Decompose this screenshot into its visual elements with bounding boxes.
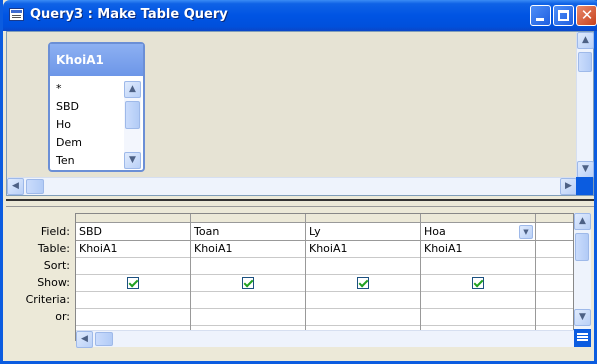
maximize-button[interactable] — [553, 5, 574, 26]
show-checkbox[interactable] — [472, 277, 484, 289]
sort-cell[interactable] — [306, 258, 420, 275]
field-value: Hoa — [424, 225, 446, 238]
table-pane-vertical-scrollbar[interactable]: ▲ ▼ — [576, 32, 594, 178]
field-cell[interactable]: Toan — [191, 224, 305, 241]
field-item[interactable]: SBD — [54, 98, 124, 116]
sort-cell[interactable] — [536, 258, 573, 275]
sort-cell[interactable] — [76, 258, 190, 275]
criteria-cell[interactable] — [191, 292, 305, 309]
close-icon: ✕ — [580, 6, 594, 24]
grid-column[interactable]: Toan KhoiA1 — [191, 214, 306, 340]
minimize-button[interactable] — [530, 5, 551, 26]
fieldlist-vertical-scrollbar[interactable]: ▲ ▼ — [124, 81, 141, 169]
grid-column[interactable]: Ly KhoiA1 — [306, 214, 421, 340]
scrollbar-corner — [576, 177, 593, 195]
or-cell[interactable] — [191, 309, 305, 326]
window-title: Query3 : Make Table Query — [30, 7, 228, 22]
scroll-right-icon[interactable]: ▶ — [560, 178, 577, 195]
sort-cell[interactable] — [191, 258, 305, 275]
row-label-table: Table: — [37, 242, 70, 255]
grid-row-labels: Field: Table: Sort: Show: Criteria: or: — [6, 223, 72, 325]
table-pane[interactable]: KhoiA1 * SBD Ho Dem Ten ▲ ▼ ▲ ▼ ◀ ▶ — [6, 31, 594, 196]
chevron-down-icon[interactable]: ▼ — [519, 225, 533, 239]
scroll-left-icon[interactable]: ◀ — [7, 178, 24, 195]
show-cell[interactable] — [76, 275, 190, 292]
query-window: Query3 : Make Table Query ✕ KhoiA1 * SBD… — [0, 0, 597, 364]
field-cell[interactable]: Hoa ▼ — [421, 224, 535, 241]
row-label-show: Show: — [37, 276, 70, 289]
column-selector[interactable] — [76, 214, 190, 223]
criteria-cell[interactable] — [536, 292, 573, 309]
or-cell[interactable] — [421, 309, 535, 326]
column-selector[interactable] — [191, 214, 305, 223]
scroll-thumb[interactable] — [26, 179, 44, 194]
grid-horizontal-scrollbar[interactable]: ◀ — [76, 330, 574, 348]
grid-column[interactable]: Hoa ▼ KhoiA1 — [421, 214, 536, 340]
scroll-left-icon[interactable]: ◀ — [76, 331, 93, 348]
column-selector[interactable] — [421, 214, 535, 223]
column-selector[interactable] — [536, 214, 573, 223]
table-pane-horizontal-scrollbar[interactable]: ◀ ▶ — [7, 177, 577, 195]
row-label-sort: Sort: — [43, 259, 70, 272]
or-cell[interactable] — [76, 309, 190, 326]
split-bar-icon — [577, 333, 588, 335]
query-window-icon[interactable] — [9, 8, 24, 21]
criteria-cell[interactable] — [421, 292, 535, 309]
show-cell[interactable] — [191, 275, 305, 292]
scroll-down-icon[interactable]: ▼ — [124, 152, 141, 169]
row-label-field: Field: — [40, 225, 70, 238]
grid-vertical-scrollbar[interactable]: ▲ ▼ — [574, 213, 591, 341]
table-cell[interactable]: KhoiA1 — [421, 241, 535, 258]
or-cell[interactable] — [306, 309, 420, 326]
title-bar[interactable]: Query3 : Make Table Query ✕ — [3, 0, 597, 31]
sort-cell[interactable] — [421, 258, 535, 275]
field-item[interactable]: Ho — [54, 116, 124, 134]
scrollbar-corner — [574, 329, 591, 347]
grid-column[interactable] — [536, 214, 573, 340]
field-item[interactable]: * — [54, 80, 124, 98]
scroll-thumb[interactable] — [125, 101, 140, 129]
show-checkbox[interactable] — [357, 277, 369, 289]
table-cell[interactable]: KhoiA1 — [306, 241, 420, 258]
table-name[interactable]: KhoiA1 — [50, 44, 143, 76]
scroll-up-icon[interactable]: ▲ — [574, 213, 591, 230]
scroll-up-icon[interactable]: ▲ — [124, 81, 141, 98]
field-cell[interactable] — [536, 224, 573, 241]
table-fieldlist-khoia1[interactable]: KhoiA1 * SBD Ho Dem Ten ▲ ▼ — [48, 42, 145, 172]
show-checkbox[interactable] — [127, 277, 139, 289]
show-checkbox[interactable] — [242, 277, 254, 289]
show-cell[interactable] — [421, 275, 535, 292]
field-item[interactable]: Dem — [54, 134, 124, 152]
scroll-thumb[interactable] — [95, 332, 113, 346]
design-grid[interactable]: SBD KhoiA1 Toan KhoiA1 Ly KhoiA1 Hoa ▼ K… — [75, 213, 574, 341]
criteria-cell[interactable] — [306, 292, 420, 309]
scroll-down-icon[interactable]: ▼ — [574, 309, 591, 326]
row-label-or: or: — [55, 310, 70, 323]
grid-column[interactable]: SBD KhoiA1 — [76, 214, 191, 340]
scroll-up-icon[interactable]: ▲ — [577, 32, 594, 49]
scroll-down-icon[interactable]: ▼ — [577, 161, 594, 178]
table-cell[interactable]: KhoiA1 — [191, 241, 305, 258]
maximize-icon — [558, 10, 569, 21]
show-cell[interactable] — [306, 275, 420, 292]
criteria-cell[interactable] — [76, 292, 190, 309]
close-button[interactable]: ✕ — [576, 5, 597, 26]
field-cell[interactable]: Ly — [306, 224, 420, 241]
column-selector[interactable] — [306, 214, 420, 223]
scroll-thumb[interactable] — [575, 233, 589, 261]
field-cell[interactable]: SBD — [76, 224, 190, 241]
scroll-thumb[interactable] — [578, 52, 592, 72]
table-cell[interactable]: KhoiA1 — [76, 241, 190, 258]
table-cell[interactable] — [536, 241, 573, 258]
pane-splitter[interactable] — [6, 199, 594, 207]
or-cell[interactable] — [536, 309, 573, 326]
design-grid-pane: Field: Table: Sort: Show: Criteria: or: … — [6, 208, 594, 360]
field-list: * SBD Ho Dem Ten — [54, 80, 124, 170]
show-cell[interactable] — [536, 275, 573, 292]
field-item[interactable]: Ten — [54, 152, 124, 170]
row-label-criteria: Criteria: — [25, 293, 70, 306]
minimize-icon — [536, 18, 544, 21]
